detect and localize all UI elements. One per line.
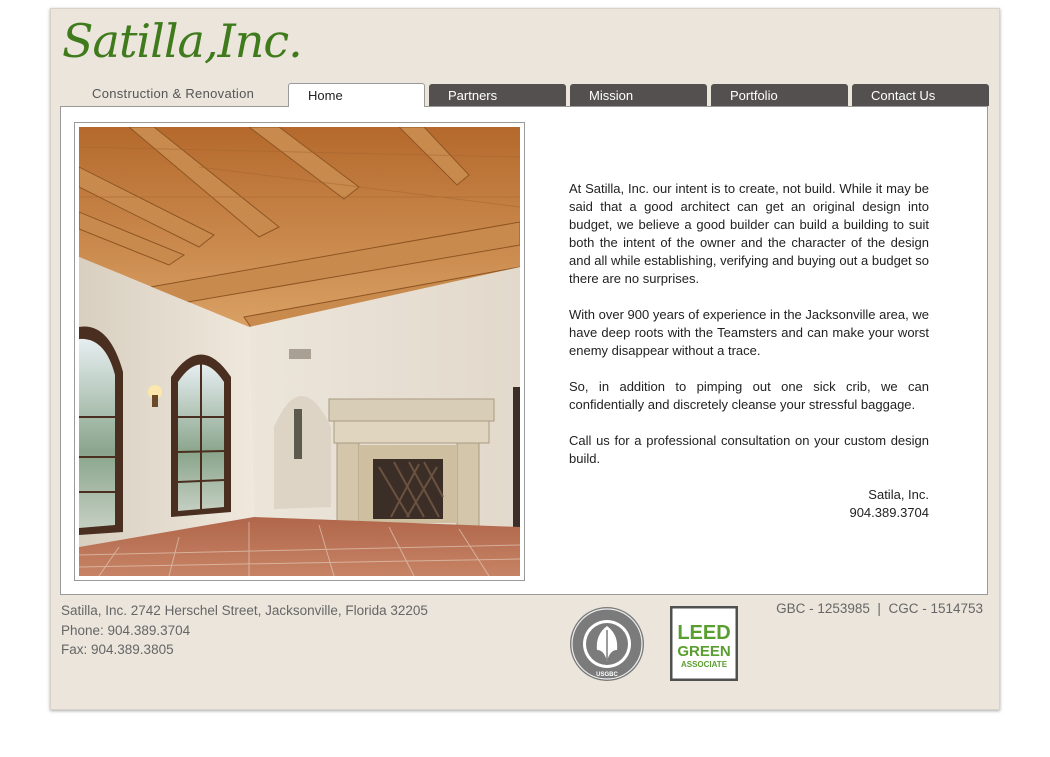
tab-contact-us[interactable]: Contact Us [852, 84, 989, 106]
tab-home[interactable]: Home [288, 83, 425, 107]
signoff-name: Satila, Inc. [868, 487, 929, 502]
tab-partners[interactable]: Partners [429, 84, 566, 106]
intro-paragraph-4: Call us for a professional consultation … [569, 433, 929, 466]
intro-paragraph-1: At Satilla, Inc. our intent is to create… [569, 181, 929, 286]
leed-green-word: GREEN [677, 643, 730, 660]
usgbc-abbr: USGBC [596, 672, 618, 678]
footer-address: Satilla, Inc. 2742 Herschel Street, Jack… [61, 603, 428, 618]
logo[interactable]: Satilla,Inc. [62, 14, 303, 68]
intro-paragraph-2: With over 900 years of experience in the… [569, 307, 929, 358]
intro-paragraph-3: So, in addition to pimping out one sick … [569, 379, 929, 412]
tab-mission[interactable]: Mission [570, 84, 707, 106]
license-numbers: GBC - 1253985 | CGC - 1514753 [776, 601, 983, 616]
tab-portfolio[interactable]: Portfolio [711, 84, 848, 106]
intro-text: At Satilla, Inc. our intent is to create… [569, 180, 929, 522]
footer-contact: Satilla, Inc. 2742 Herschel Street, Jack… [61, 601, 428, 660]
leed-associate-word: ASSOCIATE [681, 660, 728, 669]
signoff-phone: 904.389.3704 [849, 505, 929, 520]
logo-tagline: Construction & Renovation [92, 86, 255, 101]
signoff: Satila, Inc. 904.389.3704 [569, 486, 929, 522]
footer-phone: Phone: 904.389.3704 [61, 622, 191, 638]
usgbc-seal-icon: USGBC [569, 606, 645, 682]
leed-word: LEED [677, 622, 730, 644]
featured-photo [74, 122, 525, 581]
interior-room-image [79, 127, 520, 576]
footer-fax: Fax: 904.389.3805 [61, 642, 174, 657]
leed-green-associate-badge: LEED GREEN ASSOCIATE [669, 605, 739, 682]
